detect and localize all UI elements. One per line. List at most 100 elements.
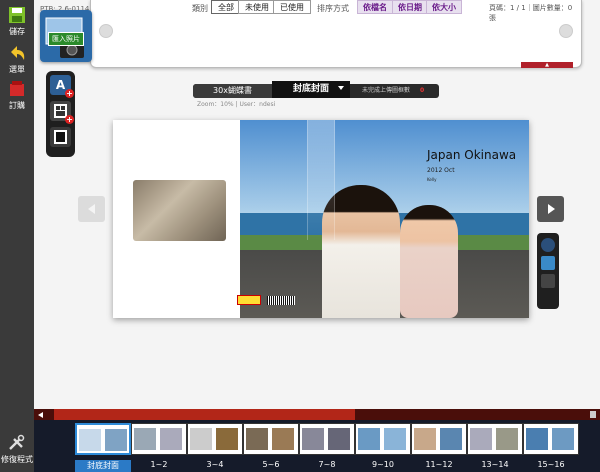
upload-status: 未完成上傳圖框數 0 (358, 84, 439, 98)
page-info: 頁碼：1 / 1｜圖片數量：0 張 (489, 4, 573, 22)
thumbnail-label: 7~8 (318, 460, 336, 469)
sort-by-size-button[interactable]: 依大小 (426, 0, 462, 14)
save-label: 儲存 (9, 27, 25, 36)
fit-page-icon[interactable] (541, 256, 555, 270)
menu-button[interactable]: 選單 (0, 44, 34, 75)
sort-by-name-button[interactable]: 依檔名 (357, 0, 393, 14)
thumbnail-scrollbar[interactable] (34, 409, 600, 420)
dropdown-arrow-icon[interactable] (338, 86, 344, 90)
design-tools: A + + (46, 71, 75, 157)
collapse-panel-button[interactable]: ▲ (521, 62, 573, 68)
publisher-logo (237, 295, 261, 305)
thumbnail-label: 15~16 (537, 460, 565, 469)
book-size-label: 30x蝴蝶書 (193, 84, 272, 98)
thumbnail-image (552, 428, 574, 450)
wrench-icon (9, 434, 25, 450)
book-spread[interactable]: Japan Okinawa 2012 Oct Kelly (113, 120, 529, 318)
thumbnail-page[interactable] (411, 423, 467, 455)
thumbnail-image (358, 428, 380, 450)
grid-view-icon[interactable] (541, 274, 555, 288)
thumbnail-label: 5~6 (262, 460, 280, 469)
thumbnail-label: 3~4 (206, 460, 224, 469)
order-label: 訂購 (9, 101, 25, 110)
next-page-button[interactable] (537, 196, 564, 222)
tab-used[interactable]: 已使用 (273, 0, 311, 14)
photo-scroll-right-button[interactable] (559, 24, 573, 38)
order-button[interactable]: 訂購 (0, 80, 34, 111)
menu-label: 選單 (9, 65, 25, 74)
upload-status-count: 0 (419, 87, 425, 94)
thumbnail-image (384, 428, 406, 450)
thumbnail-label: 1~2 (150, 460, 168, 469)
import-photos-button[interactable]: 匯入照片 (40, 10, 92, 62)
add-layout-button[interactable]: + (50, 101, 74, 124)
thumbnail-image (190, 428, 212, 450)
person-child (400, 205, 458, 318)
scrollbar-thumb[interactable] (54, 409, 355, 420)
barcode (267, 296, 295, 305)
page-selector-value: 封底封面 (292, 84, 329, 94)
magnifier-icon[interactable] (541, 238, 555, 252)
thumbnail-image (302, 428, 324, 450)
thumbnail-label: 封底封面 (75, 460, 131, 472)
sort-by-date-button[interactable]: 依日期 (392, 0, 428, 14)
cover-author[interactable]: Kelly (427, 177, 436, 182)
tab-unused[interactable]: 未使用 (238, 0, 276, 14)
thumbnail-label: 11~12 (425, 460, 453, 469)
thumbnail-image (328, 428, 350, 450)
book-mode-bar: 30x蝴蝶書 封底封面 未完成上傳圖框數 0 (193, 81, 439, 98)
thumbnail-image (246, 428, 268, 450)
scroll-left-icon[interactable] (38, 412, 43, 418)
thumbnail-image (470, 428, 492, 450)
thumbnail-label: 13~14 (481, 460, 509, 469)
filter-label: 類別 (192, 4, 208, 13)
plus-icon: + (65, 89, 74, 98)
import-photos-label: 匯入照片 (48, 32, 84, 46)
thumbnail-page[interactable] (467, 423, 523, 455)
background-button[interactable] (50, 127, 71, 147)
collapse-arrow-icon: ▲ (545, 62, 549, 68)
save-button[interactable]: 儲存 (0, 6, 34, 37)
arrow-right-icon (548, 204, 555, 214)
add-text-button[interactable]: A + (50, 75, 74, 98)
thumbnail-label: 9~10 (372, 460, 394, 469)
cover-title[interactable]: Japan Okinawa (427, 148, 516, 162)
thumbnail-image (526, 428, 548, 450)
arrow-left-icon (88, 204, 95, 214)
zoom-tools (537, 233, 559, 309)
tab-all[interactable]: 全部 (211, 0, 241, 14)
sort-label: 排序方式 (317, 4, 349, 13)
thumbnail-image (272, 428, 294, 450)
thumbnail-image (414, 428, 436, 450)
back-cover-page[interactable] (113, 120, 240, 318)
thumbnail-page[interactable] (299, 423, 355, 455)
photo-scroll-left-button[interactable] (99, 24, 113, 38)
back-cover-photo[interactable] (133, 180, 226, 241)
plus-icon: + (65, 115, 74, 124)
book-spine[interactable] (307, 120, 335, 240)
undo-arrow-icon (11, 46, 25, 60)
page-thumbnail-strip: 封底封面 1~2 3~4 5~6 7~8 9~10 11~12 13~14 15… (34, 420, 600, 472)
thumbnail-page[interactable] (523, 423, 579, 455)
scroll-right-icon[interactable] (590, 411, 596, 418)
thumbnail-page[interactable] (187, 423, 243, 455)
thumbnail-image (440, 428, 462, 450)
order-icon (10, 81, 24, 96)
previous-page-button[interactable] (78, 196, 105, 222)
thumbnail-image (105, 429, 127, 451)
thumbnail-image (496, 428, 518, 450)
thumbnail-cover[interactable] (75, 423, 131, 455)
zoom-user-info: Zoom：10% | User：ndesi (197, 101, 276, 108)
cover-date[interactable]: 2012 Oct (427, 167, 455, 174)
thumbnail-page[interactable] (131, 423, 187, 455)
thumbnail-image (79, 429, 101, 451)
thumbnail-page[interactable] (243, 423, 299, 455)
front-cover-page[interactable]: Japan Okinawa 2012 Oct Kelly (240, 120, 529, 318)
left-sidebar: 儲存 選單 訂購 修復程式 (0, 0, 34, 472)
thumbnail-page[interactable] (355, 423, 411, 455)
photo-panel: 類別 全部 未使用 已使用 排序方式 依檔名 依日期 依大小 頁碼：1 / 1｜… (90, 0, 582, 68)
background-icon (54, 130, 67, 144)
repair-tool-label: 修復程式 (1, 455, 33, 464)
repair-tool-button[interactable]: 修復程式 (0, 434, 34, 465)
thumbnail-image (216, 428, 238, 450)
